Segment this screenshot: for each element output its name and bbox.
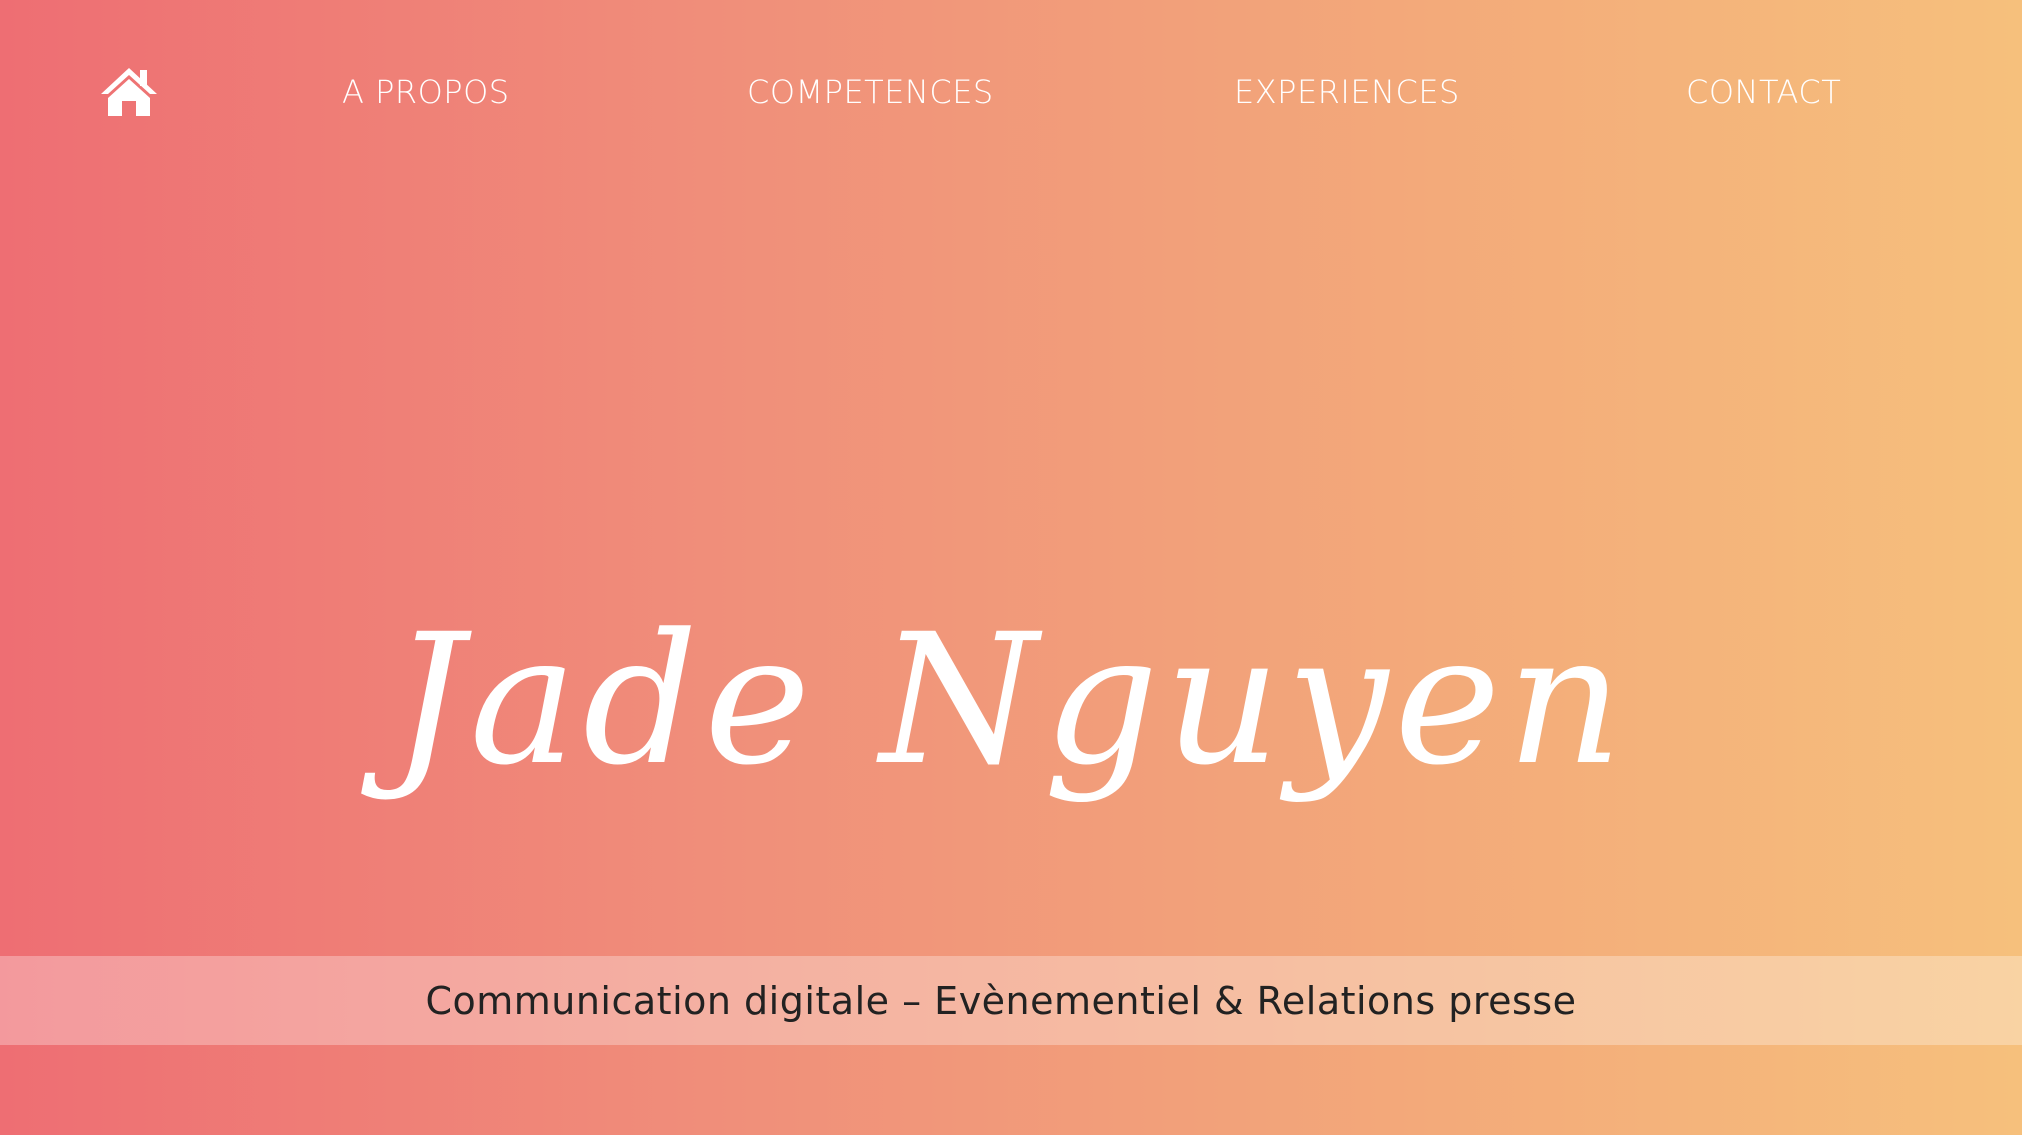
- tagline-text: Communication digitale – Evènementiel & …: [425, 978, 1577, 1023]
- hero-name-title: Jade Nguyen: [391, 595, 1629, 805]
- home-button[interactable]: [100, 66, 158, 118]
- nav-item-competences[interactable]: COMPETENCES: [747, 72, 994, 112]
- top-navigation: A PROPOS COMPETENCES EXPERIENCES CONTACT: [0, 0, 2022, 190]
- nav-item-contact[interactable]: CONTACT: [1686, 72, 1841, 112]
- home-icon: [101, 68, 157, 116]
- tagline-banner: Communication digitale – Evènementiel & …: [0, 956, 2022, 1045]
- nav-item-experiences[interactable]: EXPERIENCES: [1234, 72, 1460, 112]
- nav-item-a-propos[interactable]: A PROPOS: [342, 72, 510, 112]
